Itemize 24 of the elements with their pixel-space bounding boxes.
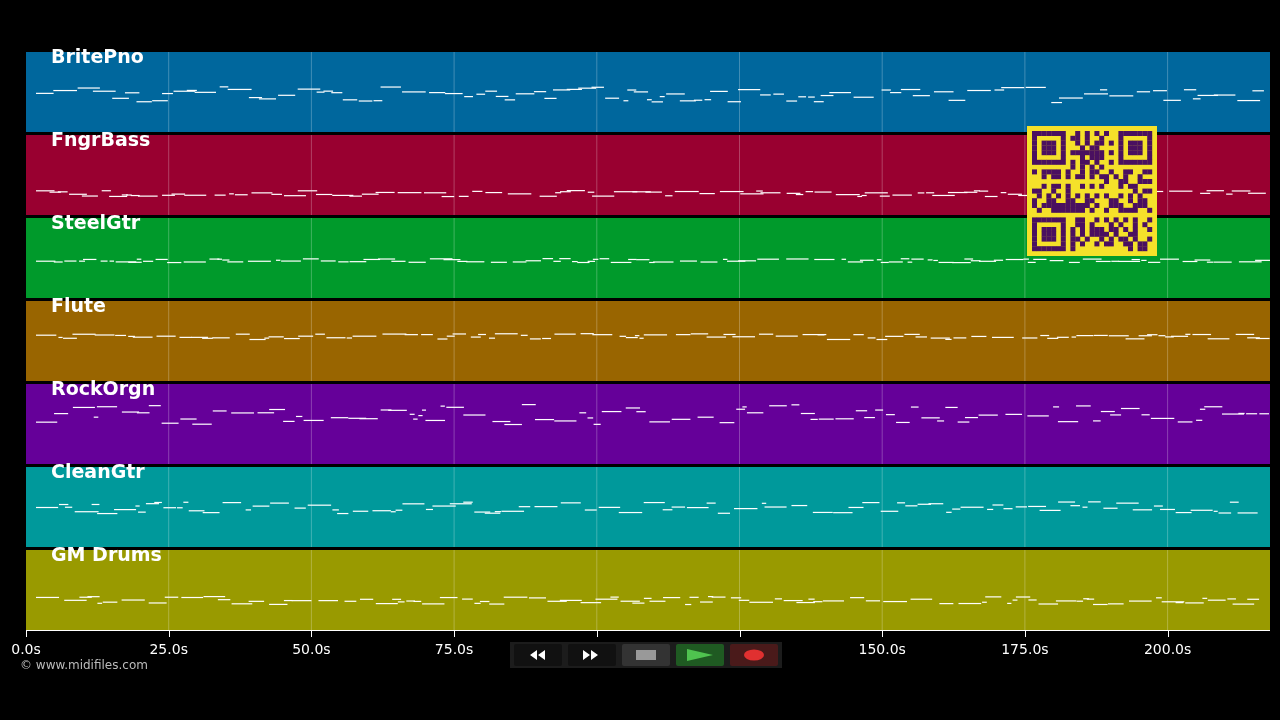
rewind-button[interactable] xyxy=(514,644,562,666)
tick-label: 75.0s xyxy=(434,640,474,659)
tick-label: 150.0s xyxy=(858,640,906,659)
track-name: FngrBass xyxy=(51,129,151,150)
credit-text: © www.midifiles.com xyxy=(20,657,148,674)
play-button[interactable] xyxy=(676,644,724,666)
track-name: RockOrgn xyxy=(51,378,156,399)
record-button[interactable] xyxy=(730,644,778,666)
stop-icon xyxy=(636,649,656,661)
tick-label: 0.0s xyxy=(11,640,41,659)
stop-button[interactable] xyxy=(622,644,670,666)
tick-label: 25.0s xyxy=(149,640,188,659)
tick-label: 200.0s xyxy=(1143,640,1192,659)
track-name: BritePno xyxy=(51,46,144,67)
track-name: SteelGtr xyxy=(51,212,141,233)
record-icon xyxy=(744,649,764,661)
fast-forward-button[interactable] xyxy=(568,644,616,666)
tick-label: 175.0s xyxy=(1001,640,1049,659)
track-name: Flute xyxy=(51,295,106,316)
tick-label: 50.0s xyxy=(292,640,331,659)
track-name: CleanGtr xyxy=(51,461,145,482)
play-icon xyxy=(687,649,713,661)
rewind-icon xyxy=(528,649,548,661)
track-name: GM Drums xyxy=(51,544,162,565)
